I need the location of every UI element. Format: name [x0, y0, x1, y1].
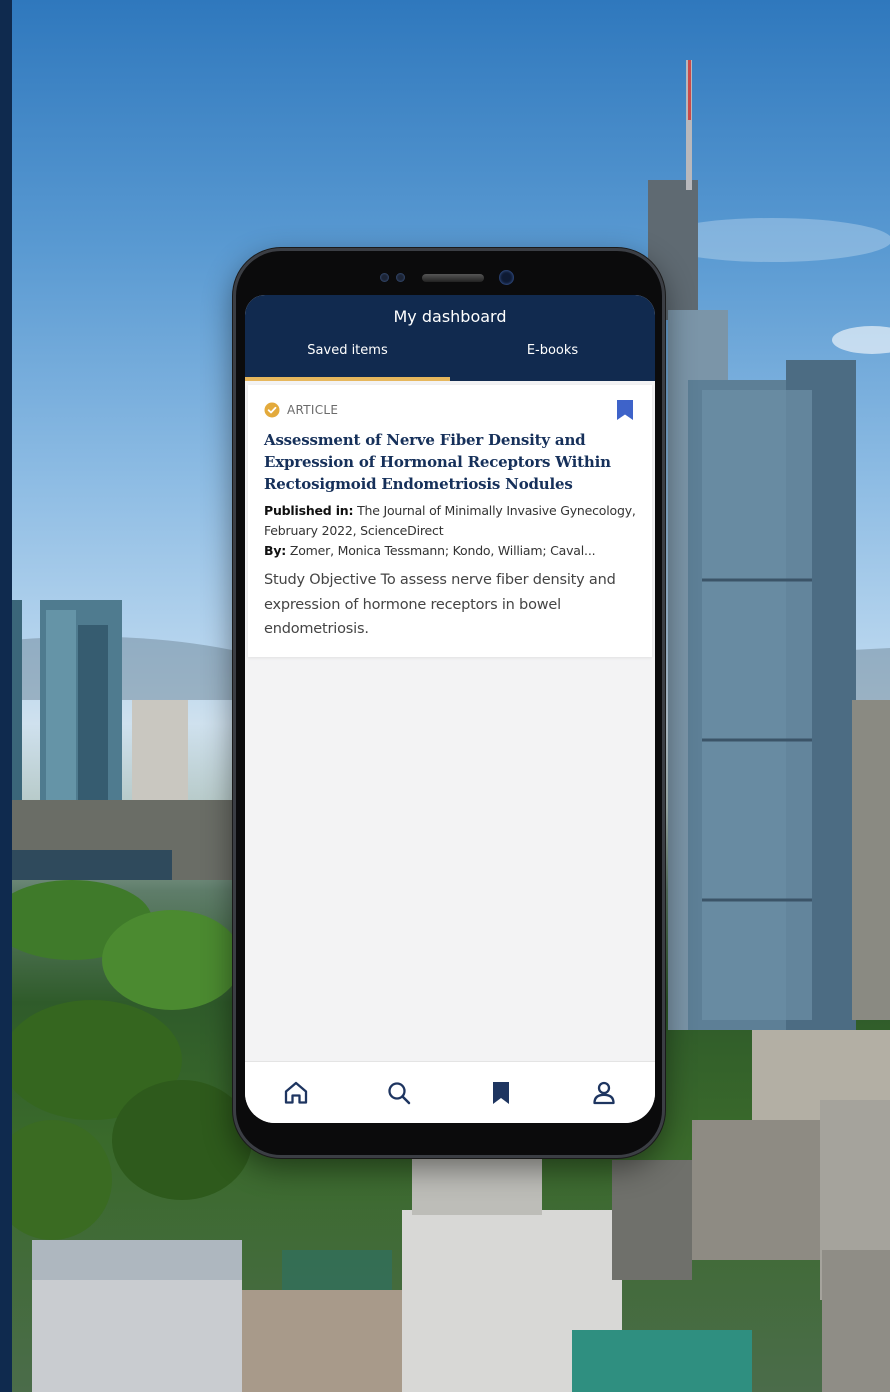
- sensor-icon: [396, 273, 405, 282]
- authors-label: By:: [264, 543, 287, 558]
- nav-home-button[interactable]: [245, 1062, 348, 1123]
- home-icon: [285, 1081, 308, 1104]
- authors-value: Zomer, Monica Tessmann; Kondo, William; …: [289, 543, 596, 558]
- page-title: My dashboard: [393, 307, 507, 326]
- phone-frame: My dashboard Saved items E-books ARTICLE…: [233, 248, 665, 1158]
- nav-saved-button[interactable]: [450, 1062, 553, 1123]
- camera-icon: [499, 270, 514, 285]
- saved-article-card[interactable]: ARTICLE Assessment of Nerve Fiber Densit…: [248, 385, 652, 657]
- app-screen: My dashboard Saved items E-books ARTICLE…: [245, 295, 655, 1123]
- app-header: My dashboard Saved items E-books: [245, 295, 655, 381]
- tab-saved-items[interactable]: Saved items: [245, 341, 450, 381]
- tab-e-books[interactable]: E-books: [450, 341, 655, 381]
- article-abstract: Study Objective To assess nerve fiber de…: [264, 572, 616, 637]
- article-title[interactable]: Assessment of Nerve Fiber Density and Ex…: [264, 429, 636, 495]
- published-in-row: Published in: The Journal of Minimally I…: [264, 501, 636, 541]
- search-icon: [388, 1081, 410, 1104]
- nav-search-button[interactable]: [348, 1062, 451, 1123]
- phone-speaker: [422, 274, 484, 282]
- bookmark-icon: [493, 1081, 510, 1104]
- sensor-icon: [380, 273, 389, 282]
- published-label: Published in:: [264, 503, 354, 518]
- profile-icon: [593, 1081, 615, 1104]
- nav-profile-button[interactable]: [553, 1062, 656, 1123]
- content-type-row: ARTICLE: [264, 401, 636, 419]
- article-meta: Published in: The Journal of Minimally I…: [264, 501, 636, 561]
- bottom-navigation: [245, 1061, 655, 1123]
- authors-row: By: Zomer, Monica Tessmann; Kondo, Willi…: [264, 541, 636, 561]
- bookmark-icon[interactable]: [616, 399, 634, 421]
- verified-badge-icon: [264, 402, 280, 418]
- content-type-label: ARTICLE: [287, 403, 339, 417]
- tab-bar: Saved items E-books: [245, 341, 655, 381]
